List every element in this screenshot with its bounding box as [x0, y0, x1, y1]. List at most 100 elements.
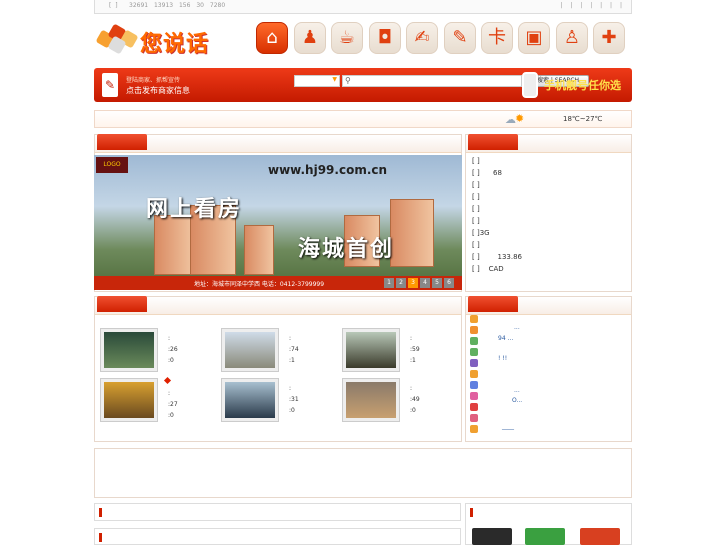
category-icon [470, 315, 478, 323]
nav-shopping[interactable]: ◘ [369, 22, 401, 54]
banner-address: 地址：海城市同泽中学西 电话：0412-3799999 [194, 281, 325, 288]
mobile-phone-icon [522, 72, 538, 98]
user-icon: ♙ [563, 27, 581, 48]
panel-tab[interactable] [97, 296, 147, 312]
category-icon [470, 392, 478, 400]
site-logo[interactable]: 您说话 [95, 22, 221, 57]
store-thumbnail[interactable] [221, 328, 279, 372]
category-icon [470, 359, 478, 367]
list-item[interactable]: ... [514, 324, 520, 331]
list-item[interactable]: [ ] [472, 181, 482, 189]
nav-dining[interactable]: ☕ [331, 22, 363, 54]
section-marker [99, 508, 102, 517]
nav-user[interactable]: ♙ [556, 22, 588, 54]
panel-tab[interactable] [468, 134, 518, 150]
gift-icon: ✚ [601, 27, 617, 48]
top-links[interactable]: | | | | | | | [560, 2, 625, 9]
category-icon [470, 425, 478, 433]
tv-icon: ▣ [525, 27, 543, 48]
mobile-number-promo[interactable]: 手机靓号任你选 [544, 77, 621, 93]
banner-page-6[interactable]: 6 [444, 278, 454, 288]
list-item[interactable]: [ ] [472, 205, 482, 213]
news-panel: [ ] [ ] 68 [ ] [ ] [ ] [ ] [ ]3G [ ] [ ]… [465, 134, 632, 292]
nav-directory[interactable]: 卡 [481, 22, 513, 54]
banner-slideshow[interactable]: LOGO www.hj99.com.cn 网上看房 海城首创 地址：海城市同泽中… [94, 155, 462, 290]
card-thumbnail[interactable] [472, 528, 512, 545]
store-thumbnail[interactable] [342, 378, 400, 422]
store-info: ::31:0 [289, 385, 299, 414]
post-note-icon: ✎ [102, 73, 118, 97]
logo-text: 您说话 [140, 32, 210, 57]
site-stats: 32691 13913 156 30 7280 [129, 2, 226, 9]
developer-logo: LOGO [96, 157, 128, 173]
recommend-panel: ... 94 ... ! !! ... O... ____ [465, 296, 632, 442]
list-item[interactable]: [ ] [472, 241, 482, 249]
store-info: ::26:0 [168, 335, 178, 364]
search-category-select[interactable]: ▼ [294, 75, 340, 87]
list-item[interactable]: ! !! [498, 355, 507, 362]
store-thumbnail[interactable] [342, 328, 400, 372]
banner-page-1[interactable]: 1 [384, 278, 394, 288]
list-item[interactable]: [ ] CAD [472, 265, 504, 273]
category-icon [470, 381, 478, 389]
panel-header [466, 134, 631, 153]
list-item[interactable]: 94 ... [498, 335, 513, 342]
top-brackets: [ ] [109, 2, 119, 9]
list-item[interactable]: [ ]3G [472, 229, 490, 237]
nav-home[interactable]: ⌂ [256, 22, 288, 54]
banner-page-2[interactable]: 2 [396, 278, 406, 288]
list-item[interactable]: [ ] [472, 217, 482, 225]
handshake-icon: ✍ [414, 27, 430, 48]
temperature: 18℃~27℃ [563, 115, 603, 123]
list-item[interactable]: [ ] [472, 193, 482, 201]
top-info-bar: [ ] 32691 13913 156 30 7280 | | | | | | … [94, 0, 632, 14]
shopping-bag-icon: ◘ [377, 27, 393, 48]
nav-tv[interactable]: ▣ [518, 22, 550, 54]
post-merchant-link[interactable]: 点击发布商家信息 [126, 85, 190, 96]
ad-panel [94, 448, 632, 498]
weather-bar: ☁ ✹ 18℃~27℃ [94, 110, 632, 128]
store-thumbnail[interactable] [100, 328, 158, 372]
card-thumbnail[interactable] [580, 528, 620, 545]
category-icon [470, 348, 478, 356]
store-thumbnail[interactable] [100, 378, 158, 422]
banner-page-3[interactable]: 3 [408, 278, 418, 288]
nav-gift[interactable]: ✚ [593, 22, 625, 54]
section-marker [470, 508, 473, 517]
store-thumbnail[interactable] [221, 378, 279, 422]
list-item[interactable]: [ ] 68 [472, 169, 502, 177]
nav-business[interactable]: ✍ [406, 22, 438, 54]
banner-headline-1: 网上看房 [146, 197, 243, 222]
list-item[interactable]: [ ] [472, 157, 482, 165]
signpost-icon: 卡 [488, 27, 506, 48]
bottom-section-header [94, 503, 461, 521]
banner-page-4[interactable]: 4 [420, 278, 430, 288]
panel-header [95, 296, 461, 315]
banner-headline-2: 海城首创 [298, 237, 395, 262]
nav-notes[interactable]: ✎ [444, 22, 476, 54]
category-icon [470, 403, 478, 411]
list-item[interactable]: ... [514, 387, 520, 394]
list-item[interactable]: O... [512, 397, 522, 404]
panel-header [95, 134, 461, 153]
nav-sports[interactable]: ♟ [294, 22, 326, 54]
store-info: ::74:1 [289, 335, 299, 364]
category-icon [470, 414, 478, 422]
section-marker [99, 533, 102, 542]
card-thumbnail[interactable] [525, 528, 565, 545]
person-running-icon: ♟ [301, 27, 319, 48]
category-icon [470, 370, 478, 378]
banner-footer: 地址：海城市同泽中学西 电话：0412-3799999 1 2 3 4 5 6 [94, 276, 462, 290]
search-input[interactable]: ⚲ [342, 75, 522, 87]
store-info: ::27:0 [168, 390, 178, 419]
panel-tab[interactable] [97, 134, 147, 150]
panel-tab[interactable] [468, 296, 518, 312]
merchant-login-text[interactable]: 登陆商家、抓帮宣传 [126, 75, 180, 84]
list-item[interactable]: [ ] 133.86 [472, 253, 522, 261]
banner-page-5[interactable]: 5 [432, 278, 442, 288]
list-item[interactable]: ____ [502, 423, 514, 430]
chevron-down-icon: ▼ [332, 76, 337, 83]
store-info: ::49:0 [410, 385, 420, 414]
pencil-note-icon: ✎ [452, 27, 468, 48]
category-icon [470, 326, 478, 334]
